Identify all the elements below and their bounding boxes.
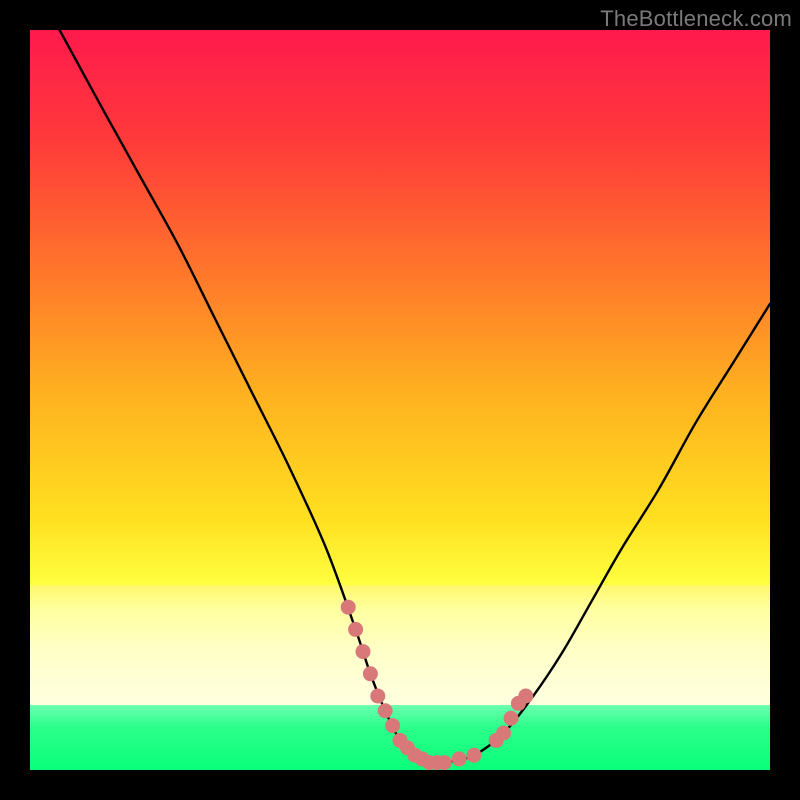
highlight-dot	[363, 666, 378, 681]
curve-layer	[30, 30, 770, 770]
highlight-dot	[341, 600, 356, 615]
highlight-dot	[356, 644, 371, 659]
highlight-dots-group	[341, 600, 534, 770]
bottleneck-curve-line	[60, 30, 770, 764]
highlight-dot	[452, 751, 467, 766]
plot-area	[30, 30, 770, 770]
watermark-text: TheBottleneck.com	[600, 6, 792, 32]
highlight-dot	[385, 718, 400, 733]
highlight-dot	[504, 711, 519, 726]
chart-frame: TheBottleneck.com	[0, 0, 800, 800]
highlight-dot	[370, 689, 385, 704]
highlight-dot	[378, 703, 393, 718]
highlight-dot	[467, 748, 482, 763]
highlight-dot	[518, 689, 533, 704]
highlight-dot	[348, 622, 363, 637]
highlight-dot	[437, 755, 452, 770]
highlight-dot	[496, 726, 511, 741]
